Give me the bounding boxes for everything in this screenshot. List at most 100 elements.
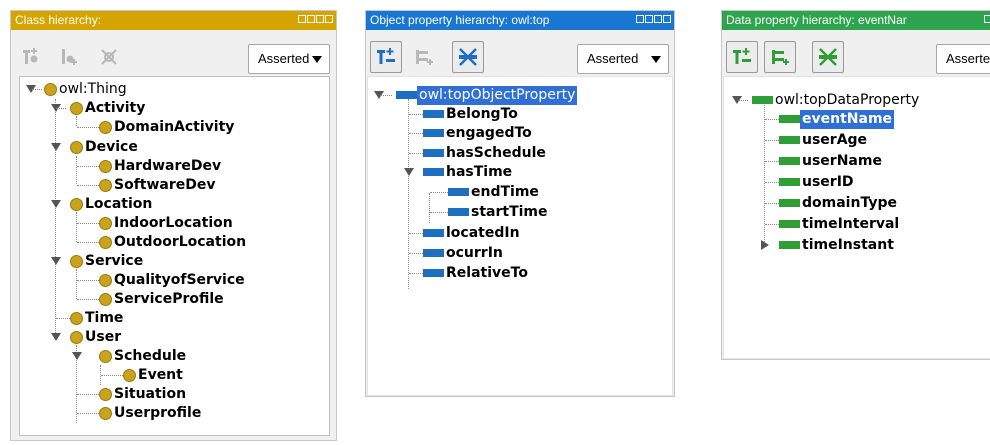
tree-node-time[interactable]: Time xyxy=(56,308,125,328)
data-property-icon xyxy=(779,115,800,123)
tree-node-endtime[interactable]: endTime xyxy=(430,182,541,202)
data-property-icon xyxy=(779,136,800,144)
add-subclass-button[interactable] xyxy=(15,41,47,73)
add-sibling-property-button[interactable] xyxy=(408,41,440,73)
data-property-panel: Data property hierarchy: eventNar Assert… xyxy=(721,10,990,360)
add-sibling-property-icon xyxy=(772,50,789,65)
object-property-icon xyxy=(423,229,444,237)
window-controls xyxy=(634,15,671,23)
add-sub-property-icon xyxy=(733,48,751,64)
tree-node-user[interactable]: User xyxy=(56,327,123,347)
tree-node-userage[interactable]: userAge xyxy=(765,130,869,150)
tree-node-domainactivity[interactable]: DomainActivity xyxy=(77,117,236,137)
object-property-icon xyxy=(423,249,444,257)
delete-property-button[interactable] xyxy=(452,41,484,73)
tree-node-owl-topobjectproperty[interactable]: owl:topObjectProperty xyxy=(380,85,578,105)
delete-property-icon xyxy=(819,48,837,66)
tree-node-schedule[interactable]: Schedule xyxy=(77,346,188,366)
class-icon xyxy=(99,178,112,192)
object-property-icon xyxy=(423,149,444,157)
add-sub-property-button[interactable] xyxy=(370,41,402,73)
class-icon xyxy=(70,330,83,344)
add-sibling-property-button[interactable] xyxy=(764,41,796,73)
delete-class-icon xyxy=(101,49,117,65)
tree-node-userid[interactable]: userID xyxy=(765,172,856,192)
tree-node-hastime[interactable]: hasTime xyxy=(409,162,514,182)
dropdown-value: Asserted xyxy=(587,51,639,66)
tree-node-locatedin[interactable]: locatedIn xyxy=(409,223,522,243)
tree-node-event[interactable]: Event xyxy=(101,365,185,385)
tree-node-owl-topdataproperty[interactable]: owl:topDataProperty xyxy=(738,90,921,110)
tree-node-relativeto[interactable]: RelativeTo xyxy=(409,263,530,283)
dropdown-value: Asserted xyxy=(258,51,310,66)
tree-node-hardwaredev[interactable]: HardwareDev xyxy=(77,156,223,176)
class-icon xyxy=(99,273,112,287)
class-icon xyxy=(99,292,112,306)
tree-node-situation[interactable]: Situation xyxy=(77,384,188,404)
float-icon[interactable] xyxy=(984,15,990,23)
tree-node-owl-thing[interactable]: owl:Thing xyxy=(32,79,129,99)
tree-node-starttime[interactable]: startTime xyxy=(430,202,550,222)
tree-node-outdoorlocation[interactable]: OutdoorLocation xyxy=(77,232,248,252)
tree-node-timeinterval[interactable]: timeInterval xyxy=(765,214,901,234)
object-property-title-bar: Object property hierarchy: owl:top xyxy=(366,11,674,30)
data-property-icon xyxy=(779,220,800,228)
float-icon[interactable] xyxy=(298,15,306,23)
delete-class-button[interactable] xyxy=(93,41,125,73)
add-subclass-icon xyxy=(23,48,38,64)
tree-node-ocurrin[interactable]: ocurrIn xyxy=(409,243,505,263)
add-sub-property-icon xyxy=(377,48,395,64)
tree-node-belongto[interactable]: BelongTo xyxy=(409,104,520,124)
class-view-dropdown[interactable]: Asserted xyxy=(248,44,330,74)
maximize-icon[interactable] xyxy=(316,15,324,23)
tree-node-service[interactable]: Service xyxy=(56,251,145,271)
tree-node-timeinstant[interactable]: timeInstant xyxy=(765,235,896,255)
window-controls xyxy=(982,15,990,23)
tree-node-qualityofservice[interactable]: QualityofService xyxy=(77,270,247,290)
object-property-view-dropdown[interactable]: Asserted xyxy=(577,44,669,74)
class-icon xyxy=(99,235,112,249)
tree-node-indoorlocation[interactable]: IndoorLocation xyxy=(77,213,235,233)
chevron-down-icon xyxy=(312,56,322,63)
class-icon xyxy=(70,311,83,325)
tree-node-username[interactable]: userName xyxy=(765,151,884,171)
data-property-tree: owl:topDataProperty eventName userAge us… xyxy=(723,76,990,359)
float-icon[interactable] xyxy=(636,15,644,23)
tree-node-eventname[interactable]: eventName xyxy=(765,109,895,129)
add-sub-property-button[interactable] xyxy=(726,41,758,73)
object-property-icon xyxy=(396,91,417,99)
class-icon xyxy=(70,197,83,211)
object-property-icon xyxy=(423,110,444,118)
tree-node-softwaredev[interactable]: SoftwareDev xyxy=(77,175,218,195)
minimize-icon[interactable] xyxy=(307,15,315,23)
tree-node-engagedto[interactable]: engagedTo xyxy=(409,123,534,143)
minimize-icon[interactable] xyxy=(645,15,653,23)
close-icon[interactable] xyxy=(663,15,671,23)
delete-property-button[interactable] xyxy=(812,41,844,73)
delete-property-icon xyxy=(459,48,477,66)
data-property-icon xyxy=(779,157,800,165)
tree-node-device[interactable]: Device xyxy=(56,137,140,157)
class-icon xyxy=(70,140,83,154)
tree-node-location[interactable]: Location xyxy=(56,194,154,214)
tree-node-domaintype[interactable]: domainType xyxy=(765,193,899,213)
class-icon xyxy=(99,159,112,173)
data-property-title: Data property hierarchy: eventNar xyxy=(726,13,907,27)
class-hierarchy-title: Class hierarchy: xyxy=(15,13,102,27)
tree-node-userprofile[interactable]: Userprofile xyxy=(77,403,203,423)
maximize-icon[interactable] xyxy=(654,15,662,23)
class-icon xyxy=(99,387,112,401)
tree-node-serviceprofile[interactable]: ServiceProfile xyxy=(77,289,226,309)
add-sibling-class-button[interactable] xyxy=(53,41,85,73)
close-icon[interactable] xyxy=(325,15,333,23)
tree-node-hasschedule[interactable]: hasSchedule xyxy=(409,143,548,163)
tree-node-activity[interactable]: Activity xyxy=(56,98,147,118)
data-property-icon xyxy=(779,241,800,249)
data-property-view-dropdown[interactable]: Asserte xyxy=(936,44,990,74)
class-icon xyxy=(99,216,112,230)
class-icon xyxy=(123,368,136,382)
chevron-down-icon xyxy=(651,56,661,63)
class-hierarchy-panel: Class hierarchy: Asserted owl:Thing Acti… xyxy=(10,10,337,441)
object-property-panel: Object property hierarchy: owl:top Asser… xyxy=(365,10,675,397)
object-property-icon xyxy=(423,269,444,277)
